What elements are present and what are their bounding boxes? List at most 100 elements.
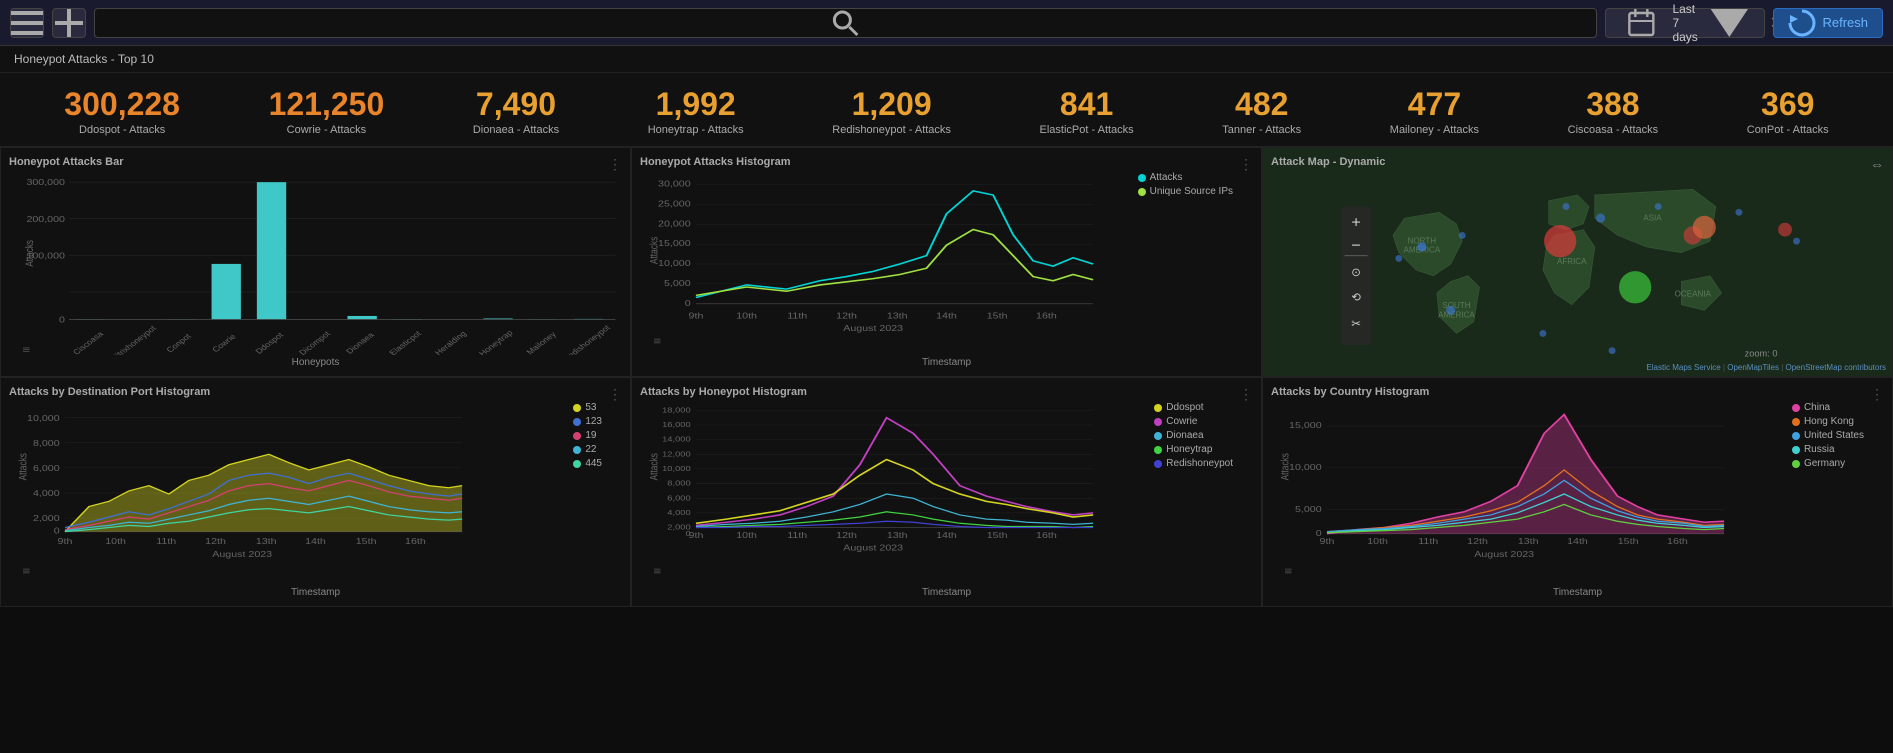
svg-text:Honeytrap: Honeytrap xyxy=(477,328,516,355)
svg-text:9th: 9th xyxy=(58,537,73,547)
legend-port-53: 53 xyxy=(573,402,602,413)
svg-text:Elasticpot: Elasticpot xyxy=(387,329,424,355)
svg-text:8,000: 8,000 xyxy=(33,439,60,449)
honeypot-hist-menu-icon[interactable]: ⋮ xyxy=(1239,386,1253,403)
legend-dot-19 xyxy=(573,432,581,440)
dest-port-x-label: Timestamp xyxy=(9,587,622,598)
legend-port-445: 445 xyxy=(573,458,602,469)
legend-honeytrap: Honeytrap xyxy=(1154,444,1233,455)
search-bar[interactable]: * ✕ xyxy=(94,8,1597,38)
svg-text:⊙: ⊙ xyxy=(1351,267,1361,279)
stat-elasticpot: 841 ElasticPot - Attacks xyxy=(1040,87,1134,136)
stat-tanner: 482 Tanner - Attacks xyxy=(1222,87,1301,136)
legend-dot-53 xyxy=(573,404,581,412)
svg-text:August 2023: August 2023 xyxy=(1474,550,1534,560)
legend-china: China xyxy=(1792,402,1864,413)
stat-ciscoasa-label: Ciscoasa - Attacks xyxy=(1568,124,1658,136)
legend-russia: Russia xyxy=(1792,444,1864,455)
svg-text:10th: 10th xyxy=(736,531,757,541)
charts-grid: Honeypot Attacks Bar ⋮ 300,000 200,000 1… xyxy=(0,147,1893,730)
legend-port-22: 22 xyxy=(573,444,602,455)
svg-text:12th: 12th xyxy=(836,531,857,541)
svg-text:15,000: 15,000 xyxy=(658,239,691,249)
menu-icon[interactable] xyxy=(10,8,44,38)
refresh-label: Refresh xyxy=(1822,15,1868,30)
stat-conpot-value: 369 xyxy=(1747,87,1829,122)
legend-unique-ips: Unique Source IPs xyxy=(1138,186,1233,197)
legend-dionaea: Dionaea xyxy=(1154,430,1233,441)
legend-us: United States xyxy=(1792,430,1864,441)
svg-text:August 2023: August 2023 xyxy=(212,550,272,560)
stat-cowrie-value: 121,250 xyxy=(269,87,385,122)
svg-text:12th: 12th xyxy=(205,537,226,547)
svg-text:8,000: 8,000 xyxy=(667,479,691,488)
legend-port-123: 123 xyxy=(573,416,602,427)
stat-tanner-value: 482 xyxy=(1222,87,1301,122)
svg-text:10th: 10th xyxy=(105,537,126,547)
svg-text:0: 0 xyxy=(59,316,65,325)
svg-text:300,000: 300,000 xyxy=(26,179,64,188)
date-range-picker[interactable]: Last 7 days xyxy=(1605,8,1766,38)
svg-text:11th: 11th xyxy=(787,531,807,541)
add-icon[interactable] xyxy=(52,8,86,38)
honeypot-hist-legend: Ddospot Cowrie Dionaea Honeytrap Redisho… xyxy=(1154,402,1233,472)
svg-text:15th: 15th xyxy=(987,312,1008,322)
histogram-panel: Honeypot Attacks Histogram ⋮ Attacks Uni… xyxy=(631,147,1262,377)
svg-text:20,000: 20,000 xyxy=(658,220,691,230)
svg-text:Heralding: Heralding xyxy=(432,329,468,355)
dest-port-chart-area: 53 123 19 22 445 10,000 8,000 6,000 4,00… xyxy=(9,402,622,585)
topbar: * ✕ Last 7 days Refresh xyxy=(0,0,1893,46)
refresh-button[interactable]: Refresh xyxy=(1773,8,1883,38)
svg-text:12,000: 12,000 xyxy=(662,450,691,459)
page-title: Honeypot Attacks - Top 10 xyxy=(0,46,1893,73)
svg-text:4,000: 4,000 xyxy=(667,508,691,517)
histogram-menu-icon[interactable]: ⋮ xyxy=(1239,156,1253,173)
svg-text:11th: 11th xyxy=(1418,537,1438,547)
svg-text:12th: 12th xyxy=(836,312,857,322)
svg-text:zoom: 0: zoom: 0 xyxy=(1745,349,1778,359)
map-menu-icon[interactable]: ⇔ xyxy=(1870,156,1884,172)
legend-attacks-dot xyxy=(1138,174,1146,182)
svg-text:Attacks: Attacks xyxy=(17,453,29,481)
legend-cowrie: Cowrie xyxy=(1154,416,1233,427)
stat-honeytrap: 1,992 Honeytrap - Attacks xyxy=(648,87,744,136)
legend-dot-redishoneypot xyxy=(1154,460,1162,468)
stat-dionaea-label: Dionaea - Attacks xyxy=(473,124,559,136)
dest-port-panel: Attacks by Destination Port Histogram ⋮ … xyxy=(0,377,631,607)
stat-conpot-label: ConPot - Attacks xyxy=(1747,124,1829,136)
legend-redishoneypot: Redishoneypot xyxy=(1154,458,1233,469)
svg-text:9th: 9th xyxy=(689,312,704,322)
svg-text:Attacks: Attacks xyxy=(24,240,36,267)
svg-text:16th: 16th xyxy=(405,537,426,547)
legend-hongkong: Hong Kong xyxy=(1792,416,1864,427)
svg-text:13th: 13th xyxy=(256,537,277,547)
dest-port-menu-icon[interactable]: ⋮ xyxy=(608,386,622,403)
legend-dot-dionaea xyxy=(1154,432,1162,440)
stat-ciscoasa-value: 388 xyxy=(1568,87,1658,122)
legend-dot-russia xyxy=(1792,446,1800,454)
topbar-right: Last 7 days Refresh xyxy=(1605,8,1883,38)
stat-elasticpot-label: ElasticPot - Attacks xyxy=(1040,124,1134,136)
svg-text:4,000: 4,000 xyxy=(33,489,60,499)
legend-dot-germany xyxy=(1792,460,1800,468)
svg-text:0: 0 xyxy=(54,527,60,537)
bar-chart-menu-icon[interactable]: ⋮ xyxy=(608,156,622,173)
legend-ddospot: Ddospot xyxy=(1154,402,1233,413)
svg-text:15th: 15th xyxy=(1618,537,1639,547)
honeypot-hist-x-label: Timestamp xyxy=(640,587,1253,598)
country-hist-legend: China Hong Kong United States Russia Ger… xyxy=(1792,402,1864,472)
svg-text:Ddospot: Ddospot xyxy=(253,330,286,355)
map-svg: NORTH AMERICA SOUTH AMERICA AFRICA ASIA … xyxy=(1271,172,1884,368)
legend-dot-us xyxy=(1792,432,1800,440)
stat-cowrie: 121,250 Cowrie - Attacks xyxy=(269,87,385,136)
svg-text:14th: 14th xyxy=(936,531,957,541)
svg-text:ASIA: ASIA xyxy=(1643,214,1662,223)
svg-text:12th: 12th xyxy=(1467,537,1488,547)
stat-ddospot-label: Ddospot - Attacks xyxy=(64,124,180,136)
svg-text:Attacks: Attacks xyxy=(648,237,660,265)
svg-text:10,000: 10,000 xyxy=(662,464,691,473)
bar-chart-title: Honeypot Attacks Bar xyxy=(9,156,622,168)
stat-honeytrap-value: 1,992 xyxy=(648,87,744,122)
country-hist-menu-icon[interactable]: ⋮ xyxy=(1870,386,1884,403)
stat-dionaea: 7,490 Dionaea - Attacks xyxy=(473,87,559,136)
